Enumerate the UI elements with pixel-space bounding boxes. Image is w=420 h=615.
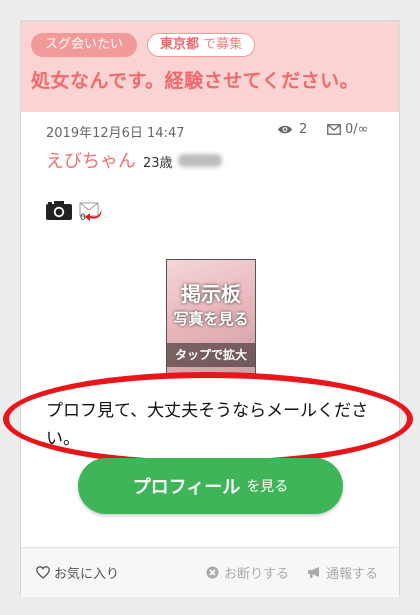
redacted-area xyxy=(178,154,222,167)
report-label: 通報する xyxy=(326,567,379,582)
mail-count-value: 0/∞ xyxy=(345,122,369,137)
photo-label-zoom: タップで拡大 xyxy=(167,343,255,367)
tag-meet-badge[interactable]: スグ会いたい xyxy=(31,33,138,57)
highlight-oval xyxy=(3,372,413,466)
post-footer: お気に入り お断りする 通報する xyxy=(21,547,399,597)
mail-icon-count: 0 xyxy=(80,213,86,223)
envelope-icon xyxy=(327,124,341,135)
post-date: 2019年12月6日 14:47 xyxy=(46,126,185,141)
mail-count: 0/∞ xyxy=(327,122,368,137)
photo-label-view: 写真を見る xyxy=(173,310,249,328)
profile-button-main: プロフィール xyxy=(132,477,241,498)
favorite-button[interactable]: お気に入り xyxy=(36,563,119,582)
view-profile-button[interactable]: プロフィール を見る xyxy=(78,458,343,514)
user-age: 23歳 xyxy=(143,156,173,171)
board-photo-thumbnail[interactable]: 掲示板 写真を見る タップで拡大 xyxy=(166,259,256,374)
decline-button[interactable]: お断りする xyxy=(206,563,289,582)
user-name[interactable]: えびちゃん xyxy=(46,147,136,173)
view-count-value: 2 xyxy=(299,122,308,137)
post-header: スグ会いたい 東京都 で募集 処女なんです。経験させてください。 xyxy=(21,21,399,112)
camera-icon xyxy=(46,201,72,220)
recruit-label: で募集 xyxy=(203,37,243,52)
eye-icon xyxy=(278,125,292,134)
view-count: 2 xyxy=(277,122,307,137)
location-badge[interactable]: 東京都 で募集 xyxy=(147,33,256,57)
location-label: 東京都 xyxy=(160,37,200,52)
post-card: スグ会いたい 東京都 で募集 処女なんです。経験させてください。 2019年12… xyxy=(3,20,413,597)
megaphone-icon xyxy=(308,567,319,578)
photo-label-board: 掲示板 xyxy=(181,282,241,306)
favorite-label: お気に入り xyxy=(54,567,120,582)
report-button[interactable]: 通報する xyxy=(307,563,378,582)
post-title: 処女なんです。経験させてください。 xyxy=(31,70,360,92)
profile-button-sub: を見る xyxy=(246,479,289,495)
decline-label: お断りする xyxy=(224,567,290,582)
close-circle-icon xyxy=(206,566,219,579)
heart-icon xyxy=(36,566,50,579)
